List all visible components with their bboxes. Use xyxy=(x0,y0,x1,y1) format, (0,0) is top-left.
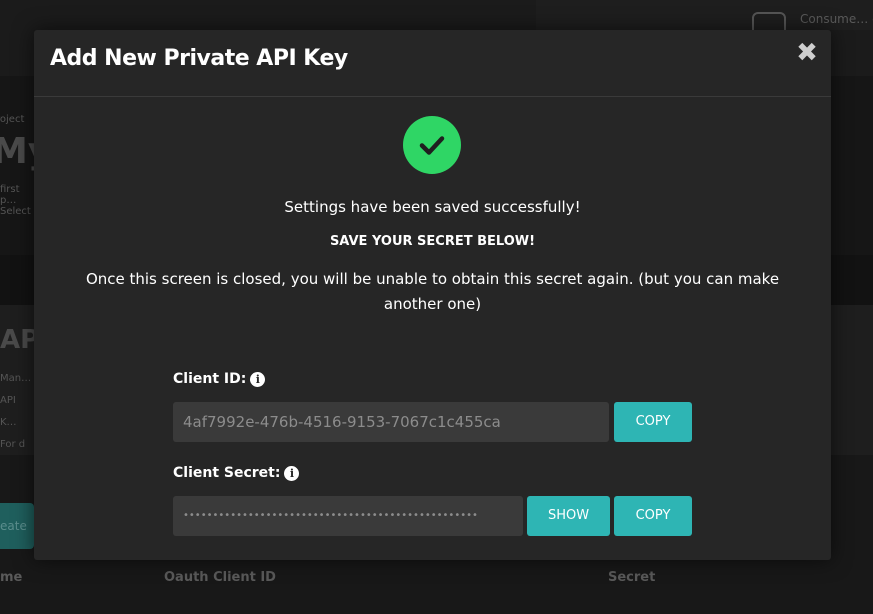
table-header-secret: Secret xyxy=(608,570,656,585)
client-secret-label: Client Secret: i xyxy=(173,465,300,481)
close-icon[interactable]: ✖ xyxy=(795,40,819,66)
checkmark-icon xyxy=(419,136,445,155)
client-id-label: Client ID: i xyxy=(173,371,266,387)
project-subtitle: first p… Select xyxy=(0,184,31,217)
client-secret-field[interactable]: ••••••••••••••••••••••••••••••••••••••••… xyxy=(173,496,523,536)
add-api-key-modal: Add New Private API Key ✖ Settings have … xyxy=(34,30,831,560)
client-id-field[interactable]: 4af7992e-476b-4516-9153-7067c1c455ca xyxy=(173,402,609,442)
table-header-client-id: Oauth Client ID xyxy=(164,570,276,585)
consumer-connection-label: Consume… ection xyxy=(800,12,873,26)
info-icon[interactable]: i xyxy=(284,465,300,481)
copy-secret-button[interactable]: COPY xyxy=(614,496,692,536)
project-label: roject xyxy=(0,114,25,125)
api-section-subtitle: Man… API K… For d xyxy=(0,373,32,450)
success-message: Settings have been saved successfully! xyxy=(284,198,581,216)
success-check-icon xyxy=(403,116,461,174)
info-message: Once this screen is closed, you will be … xyxy=(85,270,780,313)
show-secret-button[interactable]: SHOW xyxy=(527,496,610,536)
warning-message: SAVE YOUR SECRET BELOW! xyxy=(329,234,536,249)
modal-title: Add New Private API Key xyxy=(50,46,348,71)
copy-client-id-button[interactable]: COPY xyxy=(614,402,692,442)
table-header-name: me xyxy=(0,570,23,585)
modal-header: Add New Private API Key ✖ xyxy=(34,30,831,97)
client-secret-label-text: Client Secret: xyxy=(173,465,281,481)
info-icon[interactable]: i xyxy=(250,371,266,387)
create-api-key-button[interactable]: eate xyxy=(0,503,34,549)
client-id-label-text: Client ID: xyxy=(173,371,247,387)
